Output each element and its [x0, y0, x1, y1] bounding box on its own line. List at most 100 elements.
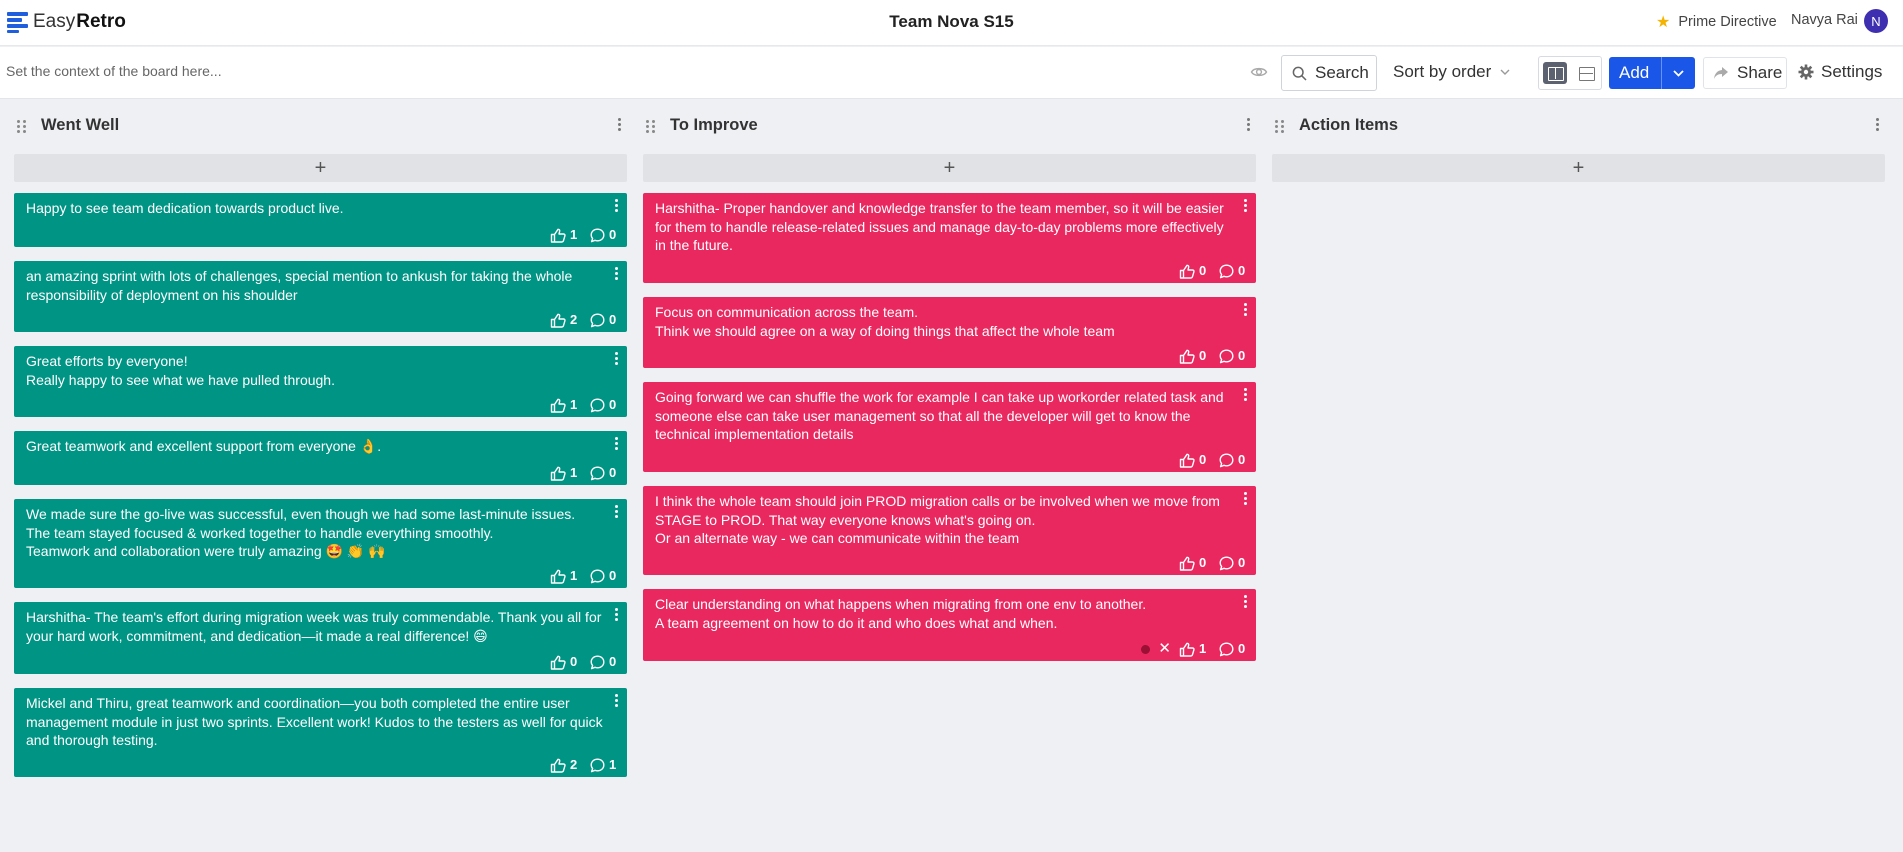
add-card-button[interactable]: +	[1272, 154, 1885, 182]
comment-icon[interactable]	[590, 398, 605, 413]
column-title[interactable]: Action Items	[1299, 116, 1398, 135]
card-footer: 10	[550, 227, 617, 243]
comment-icon[interactable]	[590, 313, 605, 328]
card-menu-icon[interactable]	[614, 694, 620, 707]
card-text: an amazing sprint with lots of challenge…	[26, 268, 573, 303]
retro-card[interactable]: Happy to see team dedication towards pro…	[14, 193, 627, 247]
retro-card[interactable]: We made sure the go-live was successful,…	[14, 499, 627, 588]
retro-card[interactable]: Great efforts by everyone! Really happy …	[14, 346, 627, 417]
settings-button[interactable]: Settings	[1798, 62, 1882, 82]
vote-count: 2	[570, 311, 578, 327]
share-button[interactable]: Share	[1703, 57, 1787, 89]
prime-directive-link[interactable]: ★ Prime Directive	[1656, 12, 1777, 32]
like-icon[interactable]	[550, 466, 566, 481]
add-card-button[interactable]: +	[643, 154, 1256, 182]
vote-count: 1	[570, 464, 578, 480]
column-menu-icon[interactable]	[1242, 118, 1256, 132]
vote-count: 0	[1199, 451, 1207, 467]
comment-icon[interactable]	[1219, 349, 1234, 364]
comment-icon[interactable]	[1219, 453, 1234, 468]
card-menu-icon[interactable]	[614, 437, 620, 450]
column-title[interactable]: Went Well	[41, 116, 119, 135]
card-menu-icon[interactable]	[614, 608, 620, 621]
add-dropdown-toggle[interactable]	[1662, 69, 1695, 77]
like-icon[interactable]	[1179, 556, 1195, 571]
column-action-items: Action Items +	[1272, 112, 1885, 182]
retro-card[interactable]: an amazing sprint with lots of challenge…	[14, 261, 627, 332]
status-dot-icon	[1141, 644, 1151, 654]
like-icon[interactable]	[550, 398, 566, 413]
like-icon[interactable]	[550, 758, 566, 773]
like-icon[interactable]	[550, 655, 566, 670]
comment-icon[interactable]	[590, 758, 605, 773]
retro-card[interactable]: Great teamwork and excellent support fro…	[14, 431, 627, 485]
comment-icon[interactable]	[1219, 642, 1234, 657]
vote-count: 1	[1199, 640, 1207, 656]
board-context-input[interactable]	[6, 63, 906, 79]
drag-handle-icon[interactable]	[17, 120, 27, 134]
comment-count: 0	[609, 464, 617, 480]
user-name[interactable]: Navya Rai	[1791, 12, 1858, 28]
like-icon[interactable]	[1179, 264, 1195, 279]
prime-directive-label: Prime Directive	[1678, 14, 1777, 30]
comment-count: 0	[609, 311, 617, 327]
comment-icon[interactable]	[1219, 556, 1234, 571]
card-menu-icon[interactable]	[1243, 595, 1249, 608]
card-text: We made sure the go-live was successful,…	[26, 506, 576, 559]
board-title[interactable]: Team Nova S15	[889, 12, 1013, 31]
like-icon[interactable]	[550, 569, 566, 584]
add-button[interactable]: Add	[1609, 57, 1695, 89]
comment-icon[interactable]	[590, 655, 605, 670]
column-title[interactable]: To Improve	[670, 116, 758, 135]
card-footer: 00	[1179, 263, 1246, 279]
add-card-button[interactable]: +	[14, 154, 627, 182]
retro-card[interactable]: Going forward we can shuffle the work fo…	[643, 382, 1256, 472]
vote-count: 1	[570, 396, 578, 412]
column-to-improve: To Improve + Harshitha- Proper handover …	[643, 112, 1256, 661]
retro-card[interactable]: I think the whole team should join PROD …	[643, 486, 1256, 575]
drag-handle-icon[interactable]	[1275, 120, 1285, 134]
card-text: Clear understanding on what happens when…	[655, 596, 1147, 631]
card-menu-icon[interactable]	[1243, 492, 1249, 505]
comment-icon[interactable]	[1219, 264, 1234, 279]
like-icon[interactable]	[1179, 453, 1195, 468]
card-menu-icon[interactable]	[1243, 388, 1249, 401]
columns-view-icon[interactable]	[1543, 62, 1567, 84]
rows-view-icon[interactable]	[1574, 62, 1598, 84]
drag-handle-icon[interactable]	[646, 120, 656, 134]
comment-icon[interactable]	[590, 228, 605, 243]
retro-card[interactable]: Focus on communication across the team. …	[643, 297, 1256, 368]
sort-dropdown[interactable]: Sort by order	[1393, 62, 1510, 82]
card-menu-icon[interactable]	[1243, 303, 1249, 316]
card-text: I think the whole team should join PROD …	[655, 493, 1220, 546]
like-icon[interactable]	[1179, 349, 1195, 364]
search-button[interactable]: Search	[1281, 55, 1377, 91]
card-menu-icon[interactable]	[614, 352, 620, 365]
avatar[interactable]: N	[1864, 9, 1888, 33]
close-icon[interactable]: ✕	[1158, 640, 1171, 659]
like-icon[interactable]	[550, 313, 566, 328]
like-icon[interactable]	[1179, 642, 1195, 657]
column-menu-icon[interactable]	[613, 118, 627, 132]
card-menu-icon[interactable]	[614, 505, 620, 518]
eye-icon[interactable]	[1250, 63, 1268, 81]
column-menu-icon[interactable]	[1871, 118, 1885, 132]
card-menu-icon[interactable]	[614, 199, 620, 212]
logo-text-retro: Retro	[76, 11, 126, 32]
top-bar: Easy Retro Team Nova S15 ★ Prime Directi…	[0, 0, 1903, 46]
retro-card[interactable]: Clear understanding on what happens when…	[643, 589, 1256, 661]
card-menu-icon[interactable]	[1243, 199, 1249, 212]
like-icon[interactable]	[550, 228, 566, 243]
comment-icon[interactable]	[590, 569, 605, 584]
card-menu-icon[interactable]	[614, 267, 620, 280]
comment-icon[interactable]	[590, 466, 605, 481]
comment-count: 0	[1238, 262, 1246, 278]
easyretro-logo[interactable]: Easy Retro	[7, 11, 126, 33]
logo-icon	[7, 11, 28, 33]
retro-card[interactable]: Harshitha- Proper handover and knowledge…	[643, 193, 1256, 283]
retro-card[interactable]: Mickel and Thiru, great teamwork and coo…	[14, 688, 627, 777]
retro-card[interactable]: Harshitha- The team's effort during migr…	[14, 602, 627, 674]
card-footer: 10	[550, 568, 617, 584]
share-icon	[1714, 67, 1728, 79]
card-footer: 10	[550, 397, 617, 413]
